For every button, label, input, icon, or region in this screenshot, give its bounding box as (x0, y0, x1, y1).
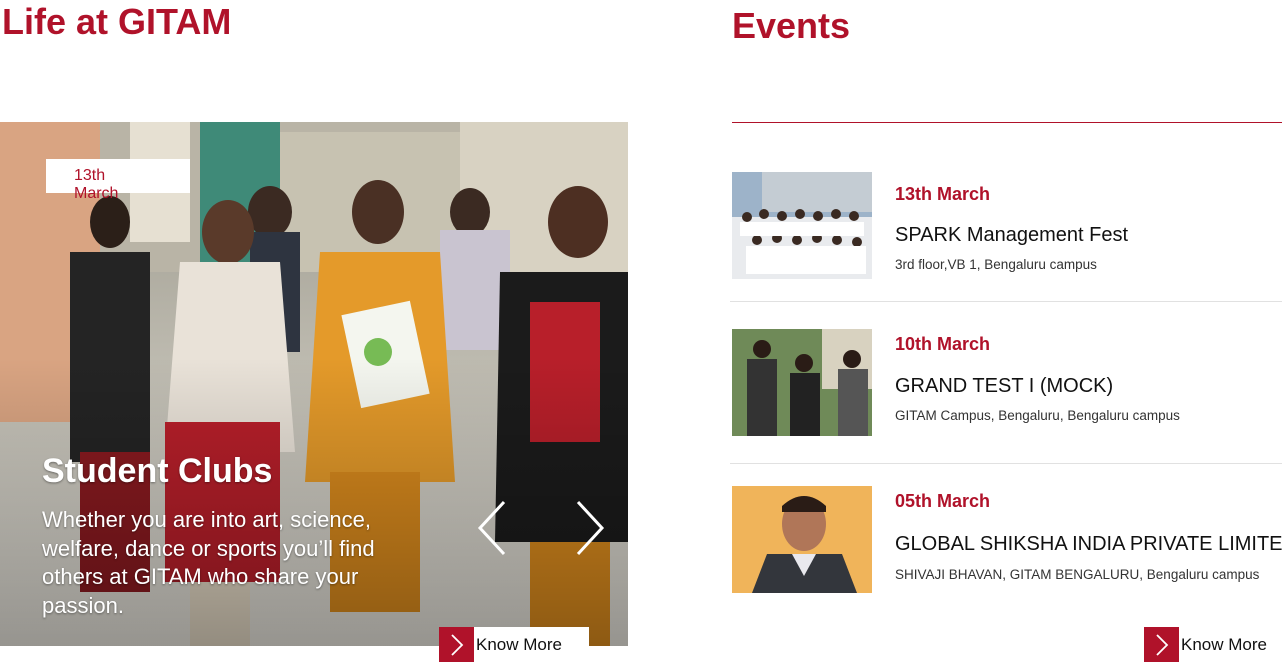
event-date-text: 13th March (74, 167, 119, 202)
know-more-label: Know More (476, 634, 562, 654)
event-thumbnail (732, 486, 872, 593)
event-location: 3rd floor,VB 1, Bengaluru campus (895, 257, 1097, 272)
event-title[interactable]: SPARK Management Fest (895, 224, 1128, 247)
carousel-prev-button[interactable] (476, 500, 510, 556)
chevron-left-icon (477, 500, 506, 556)
card-description: Whether you are into art, science, welfa… (42, 507, 375, 618)
event-title[interactable]: GLOBAL SHIKSHA INDIA PRIVATE LIMITED (895, 533, 1284, 556)
know-more-label: Know More (1181, 634, 1267, 654)
events-heading: Events (732, 5, 851, 46)
event-date: 13th March (895, 184, 991, 204)
event-thumbnail (732, 329, 872, 436)
chevron-right-icon (576, 500, 605, 556)
event-location: SHIVAJI BHAVAN, GITAM BENGALURU, Bengalu… (895, 567, 1260, 582)
event-location: GITAM Campus, Bengaluru, Bengaluru campu… (895, 408, 1180, 423)
event-divider (730, 301, 1282, 302)
event-thumbnail (732, 172, 872, 279)
event-date-badge: 13th March (46, 159, 190, 202)
student-clubs-card[interactable]: 13th March Student Clubs Whether you are… (0, 122, 628, 646)
life-at-gitam-heading: Life at GITAM (2, 1, 232, 42)
card-title: Student Clubs (42, 452, 273, 490)
event-date: 05th March (895, 491, 991, 511)
chevron-right-icon (439, 627, 474, 662)
event-divider (730, 463, 1282, 464)
event-date: 10th March (895, 334, 991, 354)
chevron-right-icon (1144, 627, 1179, 662)
carousel-next-button[interactable] (572, 500, 606, 556)
events-heading-rule (732, 122, 1282, 123)
hero-know-more-button[interactable]: Know More (439, 627, 589, 662)
event-title[interactable]: GRAND TEST I (MOCK) (895, 375, 1113, 398)
events-know-more-button[interactable]: Know More (1144, 627, 1284, 662)
